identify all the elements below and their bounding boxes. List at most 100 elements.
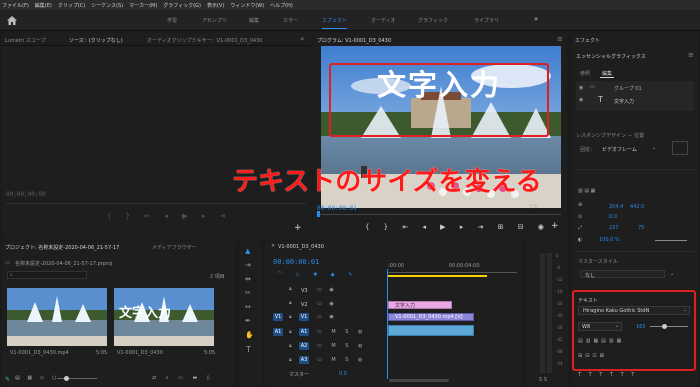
- eg-layer-group[interactable]: グループ 01: [614, 85, 642, 92]
- eg-layer-text[interactable]: 文字入力: [614, 98, 634, 105]
- project-search-input[interactable]: ⌕: [7, 271, 87, 279]
- menu-item-5[interactable]: グラフィック(G): [163, 2, 201, 9]
- track-v3-controls[interactable]: ▭ ◉: [317, 287, 337, 293]
- workspace-tab-assembly[interactable]: アセンブリ: [202, 17, 227, 24]
- track-v1-controls[interactable]: ▭ ◉: [317, 314, 337, 320]
- text-format-icons[interactable]: T T T T T T: [578, 372, 637, 378]
- source-patch-a1[interactable]: A1: [273, 328, 283, 336]
- work-area-bar[interactable]: [387, 275, 487, 277]
- menu-item-6[interactable]: 表示(V): [207, 2, 224, 9]
- lock-icon[interactable]: 🔒︎: [289, 286, 292, 292]
- pen-tool-icon[interactable]: ✒: [245, 318, 251, 325]
- pin-position-widget[interactable]: [672, 141, 688, 155]
- program-menu-icon[interactable]: ≡: [557, 35, 563, 43]
- tab-lumetri-scopes[interactable]: Lumetri スコープ: [5, 37, 46, 44]
- source-transport-icons[interactable]: { } ⇤ ◂ ▶ ▸ ⇥: [107, 213, 231, 220]
- track-a2[interactable]: A2: [299, 342, 309, 350]
- timeline-video-clip[interactable]: V1-0001_D3_0430.mp4 [V]: [388, 313, 474, 321]
- eye-icon[interactable]: ◉: [579, 85, 583, 91]
- opacity-value[interactable]: 100.0 %: [599, 237, 620, 243]
- opacity-slider[interactable]: [655, 240, 687, 241]
- timeline-ruler[interactable]: [387, 272, 517, 273]
- project-view-icons[interactable]: ▤ ▦ ▭ ○: [15, 375, 59, 381]
- project-clip-name[interactable]: V1-0001_D3_0430.mp4: [10, 350, 69, 356]
- hand-tool-icon[interactable]: ✋: [245, 332, 254, 339]
- ripple-tool-icon[interactable]: ⇹: [245, 276, 251, 283]
- text-style-icons[interactable]: ⊞⊟⊡⊠: [578, 353, 607, 359]
- timeline-timecode[interactable]: 00:00:00:01: [273, 258, 319, 266]
- workspace-tab-graphics[interactable]: グラフィック: [418, 17, 448, 24]
- program-timecode[interactable]: 00:00:00:01: [317, 205, 357, 212]
- scale-width[interactable]: 237: [609, 225, 619, 231]
- track-a3[interactable]: A3: [299, 356, 309, 364]
- workspace-tab-color[interactable]: カラー: [283, 17, 298, 24]
- pin-select[interactable]: ビデオフレーム: [602, 146, 637, 153]
- chevron-down-icon[interactable]: ⌄: [670, 271, 674, 277]
- track-v1[interactable]: V1: [299, 313, 309, 321]
- project-clip-thumbnail[interactable]: [7, 288, 107, 346]
- font-size-value[interactable]: 165: [636, 324, 646, 330]
- eg-tab-browse[interactable]: 参照: [580, 70, 590, 77]
- timeline-tool-icons[interactable]: ⌒ ⊂ ▼ ◆ ✎: [277, 271, 358, 278]
- timeline-tab[interactable]: V1-0001_D3_0430: [278, 244, 324, 250]
- project-tab[interactable]: プロジェクト: 名称未設定-2020-04-06_21-57-17: [5, 244, 119, 251]
- menu-item-2[interactable]: クリップ(C): [58, 2, 85, 9]
- tab-audio-clip-mixer[interactable]: オーディオクリップミキサー：V1-0001_D3_0430: [147, 37, 262, 44]
- source-scrubber[interactable]: [6, 203, 306, 204]
- timeline-audio-clip[interactable]: [388, 325, 474, 336]
- timeline-text-clip[interactable]: 文字入力: [388, 301, 452, 309]
- track-v2-controls[interactable]: ▭ ◉: [317, 301, 337, 307]
- rotation-value[interactable]: 0.0: [609, 214, 617, 220]
- master-volume[interactable]: 0.0: [339, 371, 347, 377]
- program-playhead[interactable]: [317, 211, 320, 217]
- track-v2[interactable]: V2: [301, 302, 308, 308]
- position-x[interactable]: 204.4: [609, 204, 623, 210]
- home-icon[interactable]: [7, 16, 17, 25]
- workspace-tab-edit[interactable]: 編集: [249, 17, 259, 24]
- menu-item-8[interactable]: ヘルプ(H): [270, 2, 293, 9]
- zoom-slider-handle[interactable]: [64, 376, 69, 381]
- lock-icon[interactable]: 🔒︎: [289, 300, 292, 306]
- track-a3-controls[interactable]: ▭ M S ◍: [317, 357, 366, 363]
- lock-icon[interactable]: 🔒︎: [289, 329, 292, 335]
- close-icon[interactable]: ×: [271, 243, 275, 249]
- timeline-scrollbar[interactable]: [389, 379, 449, 382]
- menu-item-4[interactable]: マーカー(M): [129, 2, 157, 9]
- program-transport-icons[interactable]: { } ⇤ ◂ ▶ ▸ ⇥ ⊞ ⊟ ◉: [365, 224, 550, 231]
- program-scrubber[interactable]: [317, 214, 561, 215]
- lock-icon[interactable]: 🔒︎: [289, 314, 292, 320]
- eye-icon[interactable]: ◉: [579, 97, 583, 103]
- font-size-slider[interactable]: [650, 326, 688, 327]
- program-add-button-icon[interactable]: +: [551, 222, 559, 231]
- workspace-tab-learn[interactable]: 学習: [167, 17, 177, 24]
- lock-icon[interactable]: 🔒︎: [289, 357, 292, 363]
- program-title[interactable]: プログラム: V1-0001_D3_0430: [317, 37, 391, 44]
- menu-item-1[interactable]: 編集(E): [35, 2, 52, 9]
- menu-item-7[interactable]: ウィンドウ(W): [230, 2, 264, 9]
- scale-height[interactable]: 75: [638, 225, 644, 231]
- workspace-more-button[interactable]: »: [534, 15, 538, 23]
- source-timecode[interactable]: 00;00;00;00: [6, 191, 46, 198]
- eg-tab-edit[interactable]: 編集: [602, 70, 612, 77]
- audio-meter-solo[interactable]: S S: [539, 377, 547, 383]
- menu-item-3[interactable]: シーケンス(S): [91, 2, 123, 9]
- program-fit-label[interactable]: フル: [528, 203, 538, 210]
- menu-item-0[interactable]: ファイル(F): [2, 2, 29, 9]
- font-select[interactable]: Hiragino Kaku Gothic StdN ⌄: [578, 306, 690, 315]
- workspace-tab-libraries[interactable]: ライブラリ: [474, 17, 499, 24]
- track-a1-controls[interactable]: ▭ M S ◍: [317, 329, 366, 335]
- text-align-icons[interactable]: ▤▥▦▤▥▦: [578, 338, 624, 344]
- pencil-icon[interactable]: ✎: [5, 376, 10, 383]
- source-patch-v1[interactable]: V1: [273, 313, 283, 321]
- media-browser-tab[interactable]: メディアブラウザー: [152, 244, 197, 251]
- add-button-icon[interactable]: +: [294, 224, 302, 233]
- selection-tool-icon[interactable]: ▲: [245, 248, 250, 255]
- tab-source[interactable]: ソース：(クリップなし): [69, 37, 123, 44]
- track-a1[interactable]: A1: [299, 328, 309, 336]
- project-action-icons[interactable]: ⇄ ⌕ ▭ ▬ ▯: [152, 375, 214, 381]
- track-v3[interactable]: V3: [301, 288, 308, 294]
- workspace-tab-audio[interactable]: オーディオ: [371, 17, 396, 24]
- track-select-tool-icon[interactable]: ⇥: [245, 262, 251, 269]
- razor-tool-icon[interactable]: ✂: [245, 290, 251, 297]
- workspace-tab-effects[interactable]: エフェクト: [322, 17, 347, 24]
